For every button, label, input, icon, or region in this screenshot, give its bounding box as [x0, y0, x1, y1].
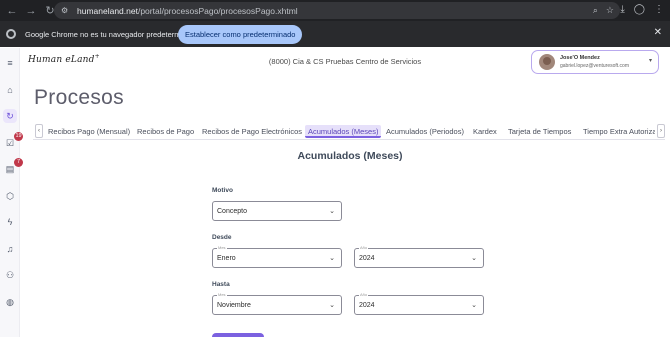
tab-tiempo-extra[interactable]: Tiempo Extra Autorizado [583, 125, 655, 138]
tabs-scroll-left-icon[interactable]: ‹ [35, 124, 43, 138]
tabs-scroll-right-icon[interactable]: › [657, 124, 665, 138]
hasta-label: Hasta [212, 281, 230, 288]
desde-mes-value: Enero [217, 255, 236, 262]
default-browser-infobar: Google Chrome no es tu navegador predete… [0, 21, 670, 47]
form-title: Acumulados (Meses) [297, 150, 403, 162]
processes-icon[interactable]: ↻ [3, 109, 17, 123]
user-email: gabriel.lopez@venturesoft.com [560, 63, 629, 69]
desde-label: Desde [212, 234, 232, 241]
close-infobar-icon[interactable]: ✕ [654, 27, 662, 38]
chevron-down-icon: ⌄ [329, 255, 335, 262]
menu-kebab-icon[interactable]: ⋮ [654, 3, 664, 17]
package-icon[interactable]: ⬡ [3, 189, 17, 203]
chevron-down-icon[interactable]: ▾ [649, 57, 652, 64]
download-icon[interactable]: ⤓ [620, 3, 624, 17]
tab-recibos-de-pago[interactable]: Recibos de Pago [137, 125, 194, 138]
hasta-anio-floating-label: Año [359, 292, 369, 297]
hamburger-menu-icon[interactable]: ≡ [3, 56, 17, 70]
app-sidebar: ≡ ⌂ ↻ ☑ 19 ▤ 7 ⬡ ϟ ♫ ⚇ ◍ [0, 48, 23, 337]
forward-icon[interactable]: → [24, 4, 38, 18]
bookmark-star-icon[interactable]: ☆ [606, 4, 614, 17]
set-default-button[interactable]: Establecer como predeterminado [178, 25, 303, 44]
user-menu[interactable]: Jose'O Mendez gabriel.lopez@venturesoft.… [531, 50, 659, 74]
lightning-icon[interactable]: ϟ [3, 215, 17, 229]
hasta-mes-floating-label: Mes [217, 292, 227, 297]
app-header: Human eLand+ (8000) Cia & CS Pruebas Cen… [20, 48, 670, 77]
globe-icon[interactable]: ◍ [3, 295, 17, 309]
tab-bar: ‹ Recibos Pago (Mensual) Recibos de Pago… [33, 123, 665, 140]
infobar-message: Google Chrome no es tu navegador predete… [25, 29, 199, 39]
desde-anio-value: 2024 [359, 255, 375, 262]
hasta-anio-select[interactable]: Año 2024 ⌄ [354, 292, 484, 315]
tab-acumulados-meses[interactable]: Acumulados (Meses) [305, 125, 382, 138]
motivo-label: Motivo [212, 187, 233, 194]
page-title: Procesos [34, 86, 124, 109]
avatar [539, 54, 555, 70]
tab-kardex[interactable]: Kardex [473, 125, 497, 138]
zoom-icon[interactable]: ⌕ [593, 4, 598, 17]
desde-anio-floating-label: Año [359, 245, 369, 250]
url-path: /portal/procesosPago/procesosPago.xhtml [137, 5, 298, 16]
team-icon[interactable]: ⚇ [3, 268, 17, 282]
site-info-icon[interactable]: ⚙ [61, 6, 71, 16]
address-bar[interactable]: ⚙ humaneland.net/portal/procesosPago/pro… [54, 2, 620, 19]
desde-mes-floating-label: Mes [217, 245, 227, 250]
tab-recibos-electronicos[interactable]: Recibos de Pago Electrónicos [202, 125, 302, 138]
home-icon[interactable]: ⌂ [3, 83, 17, 97]
url-text[interactable]: humaneland.net/portal/procesosPago/proce… [77, 6, 298, 16]
orders-icon[interactable]: ▤ 7 [3, 158, 23, 176]
chevron-down-icon: ⌄ [329, 302, 335, 309]
hasta-mes-select[interactable]: Mes Noviembre ⌄ [212, 292, 342, 315]
headset-icon[interactable]: ♫ [3, 242, 17, 256]
motivo-value: Concepto [217, 208, 247, 215]
tasks-badge: 19 [14, 132, 23, 141]
submit-button[interactable] [212, 333, 264, 337]
tasks-icon[interactable]: ☑ 19 [3, 132, 23, 150]
chrome-icon [6, 29, 16, 39]
desde-mes-select[interactable]: Mes Enero ⌄ [212, 245, 342, 268]
chevron-down-icon: ⌄ [471, 302, 477, 309]
chevron-down-icon: ⌄ [471, 255, 477, 262]
hasta-anio-value: 2024 [359, 302, 375, 309]
tab-acumulados-periodos[interactable]: Acumulados (Periodos) [386, 125, 464, 138]
desde-anio-select[interactable]: Año 2024 ⌄ [354, 245, 484, 268]
profile-icon[interactable]: ◯ [634, 3, 645, 17]
chevron-down-icon: ⌄ [329, 208, 335, 215]
hasta-mes-value: Noviembre [217, 302, 251, 309]
tab-recibos-pago-mensual[interactable]: Recibos Pago (Mensual) [48, 125, 130, 138]
tab-tarjeta-de-tiempos[interactable]: Tarjeta de Tiempos [508, 125, 571, 138]
motivo-select[interactable]: Concepto ⌄ [212, 201, 342, 221]
user-name: Jose'O Mendez [560, 55, 600, 61]
url-host: humaneland.net [77, 5, 138, 16]
back-icon[interactable]: ← [5, 4, 19, 18]
browser-toolbar: ← → ↻ ⚙ humaneland.net/portal/procesosPa… [0, 0, 670, 21]
